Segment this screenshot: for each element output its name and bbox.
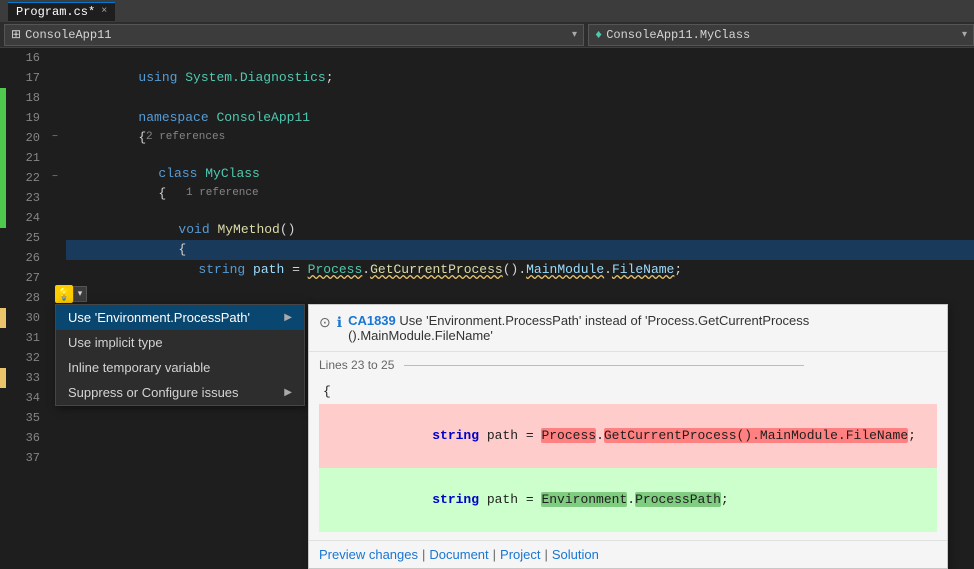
ci-18 [48, 88, 62, 108]
ci-25 [48, 228, 62, 248]
separator-1: | [422, 547, 425, 562]
menu-item-label-2: Use implicit type [68, 335, 163, 350]
tooltip-message-1: Use 'Environment.ProcessPath' instead of… [399, 313, 809, 328]
submenu-arrow-1: ▶ [284, 312, 292, 323]
menu-item-label-3: Inline temporary variable [68, 360, 210, 375]
ln-34: 34 [6, 388, 40, 408]
ln-17: 17 [6, 68, 40, 88]
member-nav-dropdown[interactable]: ♦ ConsoleApp11.MyClass ▾ [588, 24, 974, 46]
ci-16 [48, 48, 62, 68]
separator-2: | [493, 547, 496, 562]
member-nav-label: ConsoleApp11.MyClass [606, 28, 750, 42]
yellow-indicator-strip [0, 308, 6, 328]
preview-removed-line: string path = Process.GetCurrentProcess(… [319, 404, 937, 468]
separator-3: | [545, 547, 548, 562]
editor-tab[interactable]: Program.cs* × [8, 2, 115, 21]
ln-18: 18 [6, 88, 40, 108]
green-indicator-strip [0, 88, 6, 228]
menu-item-environment-processpath[interactable]: Use 'Environment.ProcessPath' ▶ [56, 305, 304, 330]
member-nav-arrow: ▾ [962, 29, 967, 41]
lightbulb-dropdown-arrow[interactable]: ▾ [73, 286, 87, 302]
ci-19 [48, 108, 62, 128]
ln-35: 35 [6, 408, 40, 428]
ci-23 [48, 188, 62, 208]
ln-28: 28 [6, 288, 40, 308]
ref-hint-method: 1 reference [66, 184, 974, 200]
change-indicators [0, 48, 6, 530]
ln-21: 21 [6, 148, 40, 168]
tooltip-lines-label: Lines 23 to 25 [319, 358, 937, 372]
tab-close-button[interactable]: × [101, 6, 107, 17]
ln-24: 24 [6, 208, 40, 228]
menu-item-label-4: Suppress or Configure issues [68, 385, 239, 400]
ln-27: 27 [6, 268, 40, 288]
ln-22: 22 [6, 168, 40, 188]
ci-20[interactable]: − [48, 128, 62, 148]
tooltip-panel: ⊙ ℹ CA1839 Use 'Environment.ProcessPath'… [308, 304, 948, 569]
tooltip-footer: Preview changes | Document | Project | S… [309, 541, 947, 568]
file-nav-arrow: ▾ [572, 29, 577, 41]
tooltip-header: ⊙ ℹ CA1839 Use 'Environment.ProcessPath'… [309, 305, 947, 352]
preview-changes-link[interactable]: Preview changes [319, 547, 418, 562]
member-nav-icon: ♦ [595, 28, 602, 42]
editor-container: 16 17 18 19 20 21 22 23 24 25 26 27 28 3… [0, 48, 974, 530]
ln-16: 16 [6, 48, 40, 68]
tooltip-info-icon: ℹ [337, 314, 342, 331]
code-line-18: namespace ConsoleApp11 [66, 88, 974, 108]
ln-25: 25 [6, 228, 40, 248]
code-line-24: string path = Process.GetCurrentProcess(… [66, 240, 974, 260]
ln-36: 36 [6, 428, 40, 448]
file-nav-dropdown[interactable]: ⊞ ConsoleApp11 ▾ [4, 24, 584, 46]
ln-32: 32 [6, 348, 40, 368]
lightbulb-icon[interactable]: 💡 [55, 285, 73, 303]
ci-22[interactable]: − [48, 168, 62, 188]
menu-item-implicit-type[interactable]: Use implicit type [56, 330, 304, 355]
tooltip-nav-icon[interactable]: ⊙ [319, 314, 331, 331]
yellow-indicator-strip2 [0, 368, 6, 388]
ln-20: 20 [6, 128, 40, 148]
ci-21 [48, 148, 62, 168]
ref-hint-class: 2 references [66, 128, 974, 144]
code-line-26 [66, 280, 974, 300]
ln-31: 31 [6, 328, 40, 348]
line-numbers: 16 17 18 19 20 21 22 23 24 25 26 27 28 3… [6, 48, 48, 530]
menu-item-suppress-configure[interactable]: Suppress or Configure issues ▶ [56, 380, 304, 405]
submenu-arrow-2: ▶ [284, 387, 292, 398]
ln-19: 19 [6, 108, 40, 128]
context-menu: Use 'Environment.ProcessPath' ▶ Use impl… [55, 304, 305, 406]
tooltip-lines-section: Lines 23 to 25 { string path = Process.G… [309, 352, 947, 541]
code-line-22: void MyMethod() [66, 200, 974, 220]
ln-26: 26 [6, 248, 40, 268]
title-bar: Program.cs* × [0, 0, 974, 22]
menu-item-inline-variable[interactable]: Inline temporary variable [56, 355, 304, 380]
ln-37: 37 [6, 448, 40, 468]
menu-item-label-1: Use 'Environment.ProcessPath' [68, 310, 250, 325]
tooltip-message-2: ().MainModule.FileName' [348, 328, 493, 343]
ln-33: 33 [6, 368, 40, 388]
preview-added-line: string path = Environment.ProcessPath; [319, 468, 937, 532]
ci-24 [48, 208, 62, 228]
tab-label: Program.cs* [16, 5, 95, 19]
ci-26 [48, 248, 62, 268]
code-preview: { string path = Process.GetCurrentProces… [319, 376, 937, 536]
ln-30: 30 [6, 308, 40, 328]
tooltip-code: CA1839 [348, 313, 396, 328]
solution-link[interactable]: Solution [552, 547, 599, 562]
code-line-20: class MyClass [66, 144, 974, 164]
lines-separator [404, 365, 804, 366]
ln-23: 23 [6, 188, 40, 208]
file-nav-label: ConsoleApp11 [25, 28, 111, 42]
document-link[interactable]: Document [429, 547, 488, 562]
project-link[interactable]: Project [500, 547, 540, 562]
preview-open-brace: { [319, 380, 937, 404]
nav-bar: ⊞ ConsoleApp11 ▾ ♦ ConsoleApp11.MyClass … [0, 22, 974, 48]
file-nav-icon: ⊞ [11, 27, 21, 42]
tooltip-content: CA1839 Use 'Environment.ProcessPath' ins… [348, 313, 937, 343]
code-line-16: using System.Diagnostics; [66, 48, 974, 68]
ci-17 [48, 68, 62, 88]
